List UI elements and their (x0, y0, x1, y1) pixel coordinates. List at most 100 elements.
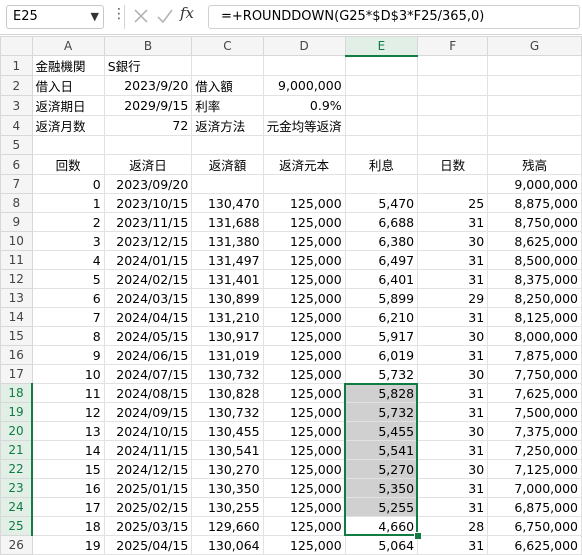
cell-a21[interactable]: 14 (31, 440, 105, 460)
row-header-18[interactable]: 18 (0, 383, 34, 403)
cell-e23[interactable]: 5,350 (344, 478, 419, 498)
formula-input[interactable]: =+ROUNDDOWN(G25*$D$3*F25/365,0) (208, 5, 580, 29)
cell-c4[interactable]: 返済方法 (191, 115, 264, 136)
cell-f16[interactable]: 31 (417, 345, 489, 365)
cell-a18[interactable]: 11 (31, 383, 105, 403)
cell-d1[interactable] (262, 55, 346, 76)
cell-g3[interactable] (487, 95, 582, 116)
cell-c8[interactable]: 130,470 (191, 193, 264, 213)
cell-f15[interactable]: 30 (417, 326, 489, 346)
cell-a10[interactable]: 3 (31, 231, 105, 251)
cell-d16[interactable]: 125,000 (262, 345, 346, 365)
cell-g24[interactable]: 6,875,000 (487, 497, 582, 517)
cell-d4[interactable]: 元金均等返済 (262, 115, 346, 136)
cell-g1[interactable] (487, 55, 582, 76)
cell-b21[interactable]: 2024/11/15 (103, 440, 193, 460)
cell-b23[interactable]: 2025/01/15 (103, 478, 193, 498)
cancel-icon[interactable] (132, 7, 150, 25)
cell-e11[interactable]: 6,497 (344, 250, 419, 270)
cell-c25[interactable]: 129,660 (191, 516, 264, 536)
cell-g22[interactable]: 7,125,000 (487, 459, 582, 479)
cell-g12[interactable]: 8,375,000 (487, 269, 582, 289)
cell-e4[interactable] (344, 115, 419, 136)
cell-b8[interactable]: 2023/10/15 (103, 193, 193, 213)
cell-d8[interactable]: 125,000 (262, 193, 346, 213)
row-header-20[interactable]: 20 (0, 421, 34, 441)
cell-b7[interactable]: 2023/09/20 (103, 174, 193, 194)
cell-b1[interactable]: S銀行 (103, 55, 193, 76)
cell-a5[interactable] (31, 135, 105, 155)
cell-b15[interactable]: 2024/05/15 (103, 326, 193, 346)
cell-f2[interactable] (417, 75, 489, 96)
column-header-e[interactable]: E (344, 36, 419, 57)
row-header-4[interactable]: 4 (0, 115, 33, 136)
column-header-a[interactable]: A (31, 36, 105, 56)
cell-a3[interactable]: 返済期日 (31, 95, 105, 116)
cell-c20[interactable]: 130,455 (191, 421, 264, 441)
cell-f9[interactable]: 31 (417, 212, 489, 232)
cell-a15[interactable]: 8 (31, 326, 105, 346)
cell-f26[interactable]: 31 (417, 535, 489, 555)
cell-a2[interactable]: 借入日 (31, 75, 105, 96)
cell-g16[interactable]: 7,875,000 (487, 345, 582, 365)
cell-a11[interactable]: 4 (31, 250, 105, 270)
cell-d24[interactable]: 125,000 (262, 497, 346, 517)
column-header-c[interactable]: C (191, 36, 264, 56)
cell-c5[interactable] (191, 135, 264, 155)
cell-g11[interactable]: 8,500,000 (487, 250, 582, 270)
cell-g26[interactable]: 6,625,000 (487, 535, 582, 555)
cell-c9[interactable]: 131,688 (191, 212, 264, 232)
cell-d17[interactable]: 125,000 (262, 364, 346, 384)
cell-b10[interactable]: 2023/12/15 (103, 231, 193, 251)
row-header-2[interactable]: 2 (0, 75, 33, 96)
cell-a13[interactable]: 6 (31, 288, 105, 308)
cell-e6[interactable]: 利息 (344, 154, 419, 175)
cell-e17[interactable]: 5,732 (344, 364, 419, 384)
cell-b11[interactable]: 2024/01/15 (103, 250, 193, 270)
cell-e26[interactable]: 5,064 (344, 535, 419, 555)
cell-c10[interactable]: 131,380 (191, 231, 264, 251)
cell-e20[interactable]: 5,455 (344, 421, 419, 441)
cell-d26[interactable]: 125,000 (262, 535, 346, 555)
cell-d18[interactable]: 125,000 (262, 383, 346, 403)
cell-f20[interactable]: 30 (417, 421, 489, 441)
cell-a20[interactable]: 13 (31, 421, 105, 441)
cell-a22[interactable]: 15 (31, 459, 105, 479)
cell-d12[interactable]: 125,000 (262, 269, 346, 289)
row-header-23[interactable]: 23 (0, 478, 34, 498)
cell-f23[interactable]: 31 (417, 478, 489, 498)
cell-d21[interactable]: 125,000 (262, 440, 346, 460)
cell-e13[interactable]: 5,899 (344, 288, 419, 308)
cell-f6[interactable]: 日数 (417, 154, 489, 175)
row-header-11[interactable]: 11 (0, 250, 33, 270)
column-header-g[interactable]: G (487, 36, 582, 56)
cell-g14[interactable]: 8,125,000 (487, 307, 582, 327)
cell-c2[interactable]: 借入額 (191, 75, 264, 96)
cell-c11[interactable]: 131,497 (191, 250, 264, 270)
cell-a19[interactable]: 12 (31, 402, 105, 422)
cell-a23[interactable]: 16 (31, 478, 105, 498)
row-header-17[interactable]: 17 (0, 364, 33, 384)
cell-f25[interactable]: 28 (417, 516, 489, 536)
cell-g6[interactable]: 残高 (487, 154, 582, 175)
row-header-6[interactable]: 6 (0, 154, 33, 175)
row-header-12[interactable]: 12 (0, 269, 33, 289)
cell-f8[interactable]: 25 (417, 193, 489, 213)
cell-g20[interactable]: 7,375,000 (487, 421, 582, 441)
cell-f4[interactable] (417, 115, 489, 136)
cell-g2[interactable] (487, 75, 582, 96)
cell-g8[interactable]: 8,875,000 (487, 193, 582, 213)
cell-b6[interactable]: 返済日 (103, 154, 193, 175)
cell-f22[interactable]: 30 (417, 459, 489, 479)
cell-b16[interactable]: 2024/06/15 (103, 345, 193, 365)
cell-c22[interactable]: 130,270 (191, 459, 264, 479)
cell-d3[interactable]: 0.9% (262, 95, 346, 116)
cell-c3[interactable]: 利率 (191, 95, 264, 116)
cell-c21[interactable]: 130,541 (191, 440, 264, 460)
cell-e24[interactable]: 5,255 (344, 497, 419, 517)
cell-c16[interactable]: 131,019 (191, 345, 264, 365)
cell-e9[interactable]: 6,688 (344, 212, 419, 232)
cell-a12[interactable]: 5 (31, 269, 105, 289)
cell-d6[interactable]: 返済元本 (262, 154, 346, 175)
cell-a1[interactable]: 金融機関 (31, 55, 105, 76)
